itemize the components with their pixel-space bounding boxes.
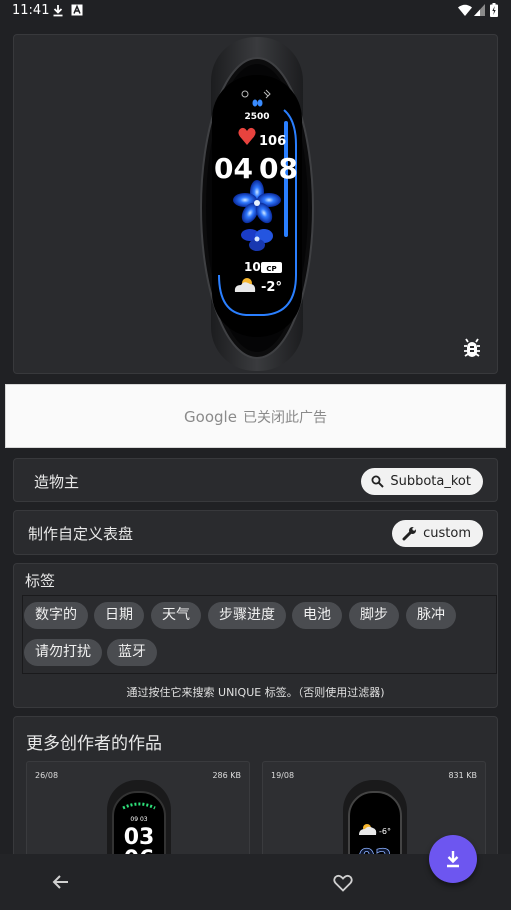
tag-chip[interactable]: 数字的 xyxy=(24,602,88,629)
tag-chip[interactable]: 步骤进度 xyxy=(208,602,286,629)
tag-chip[interactable]: 日期 xyxy=(94,602,144,629)
tags-hint: 通过按住它来搜索 UNIQUE 标签。（否则使用过滤器) xyxy=(126,686,385,699)
tags-title: 标签 xyxy=(25,572,56,590)
favorite-heart-icon[interactable] xyxy=(333,874,353,892)
signal-icon xyxy=(474,4,485,16)
more-works-title: 更多创作者的作品 xyxy=(26,734,162,754)
watchface-preview-card: 2500 106 04 08 10 CP -2° xyxy=(13,34,498,374)
a-icon xyxy=(71,4,83,16)
calories-value: 10 xyxy=(244,260,261,274)
work-temperature: -6° xyxy=(379,827,391,836)
creator-button[interactable]: Subbota_kot xyxy=(361,468,483,495)
tag-chip[interactable]: 电池 xyxy=(292,602,342,629)
tag-chip[interactable]: 蓝牙 xyxy=(107,639,157,666)
wrench-icon xyxy=(402,527,417,541)
creator-name: Subbota_kot xyxy=(390,474,471,489)
custom-label: 制作自定义表盘 xyxy=(28,525,134,543)
temperature-value: -2° xyxy=(261,280,282,295)
tags-card: 标签 数字的 日期 天气 步骤进度 电池 脚步 脉冲 请勿打扰 蓝牙 通过按住它… xyxy=(13,563,498,708)
wifi-icon xyxy=(458,4,472,16)
tag-chip[interactable]: 脉冲 xyxy=(406,602,456,629)
download-icon xyxy=(53,5,63,17)
creator-label: 造物主 xyxy=(34,473,80,491)
work-preview-label: 09 03 xyxy=(130,816,147,823)
heart-rate-value: 106 xyxy=(259,134,286,149)
search-icon xyxy=(371,475,385,488)
download-button[interactable] xyxy=(429,835,477,883)
time-minutes: 08 xyxy=(259,152,298,185)
time-hours: 04 xyxy=(214,152,253,185)
status-bar: 11:41 xyxy=(0,0,511,22)
custom-watchface-row: 制作自定义表盘 custom xyxy=(13,510,498,555)
ad-closed-text: 已关闭此广告 xyxy=(242,410,327,426)
bug-report-icon[interactable] xyxy=(461,337,483,359)
tag-chip[interactable]: 天气 xyxy=(151,602,201,629)
ad-banner: Google 已关闭此广告 xyxy=(5,384,506,448)
tag-chip[interactable]: 脚步 xyxy=(349,602,399,629)
custom-button[interactable]: custom xyxy=(392,520,483,547)
band-preview-image: 2500 106 04 08 10 CP -2° xyxy=(200,37,314,371)
ad-brand: Google xyxy=(184,408,237,426)
steps-value: 2500 xyxy=(244,112,269,122)
status-time: 11:41 xyxy=(12,3,50,18)
custom-button-label: custom xyxy=(423,526,471,541)
tag-chip[interactable]: 请勿打扰 xyxy=(24,639,102,666)
calories-unit: CP xyxy=(266,265,276,273)
battery-icon xyxy=(490,3,498,17)
tags-list: 数字的 日期 天气 步骤进度 电池 脚步 脉冲 请勿打扰 蓝牙 xyxy=(22,595,497,674)
back-arrow-icon[interactable] xyxy=(52,874,70,890)
download-icon xyxy=(447,851,459,868)
creator-row: 造物主 Subbota_kot xyxy=(13,458,498,502)
